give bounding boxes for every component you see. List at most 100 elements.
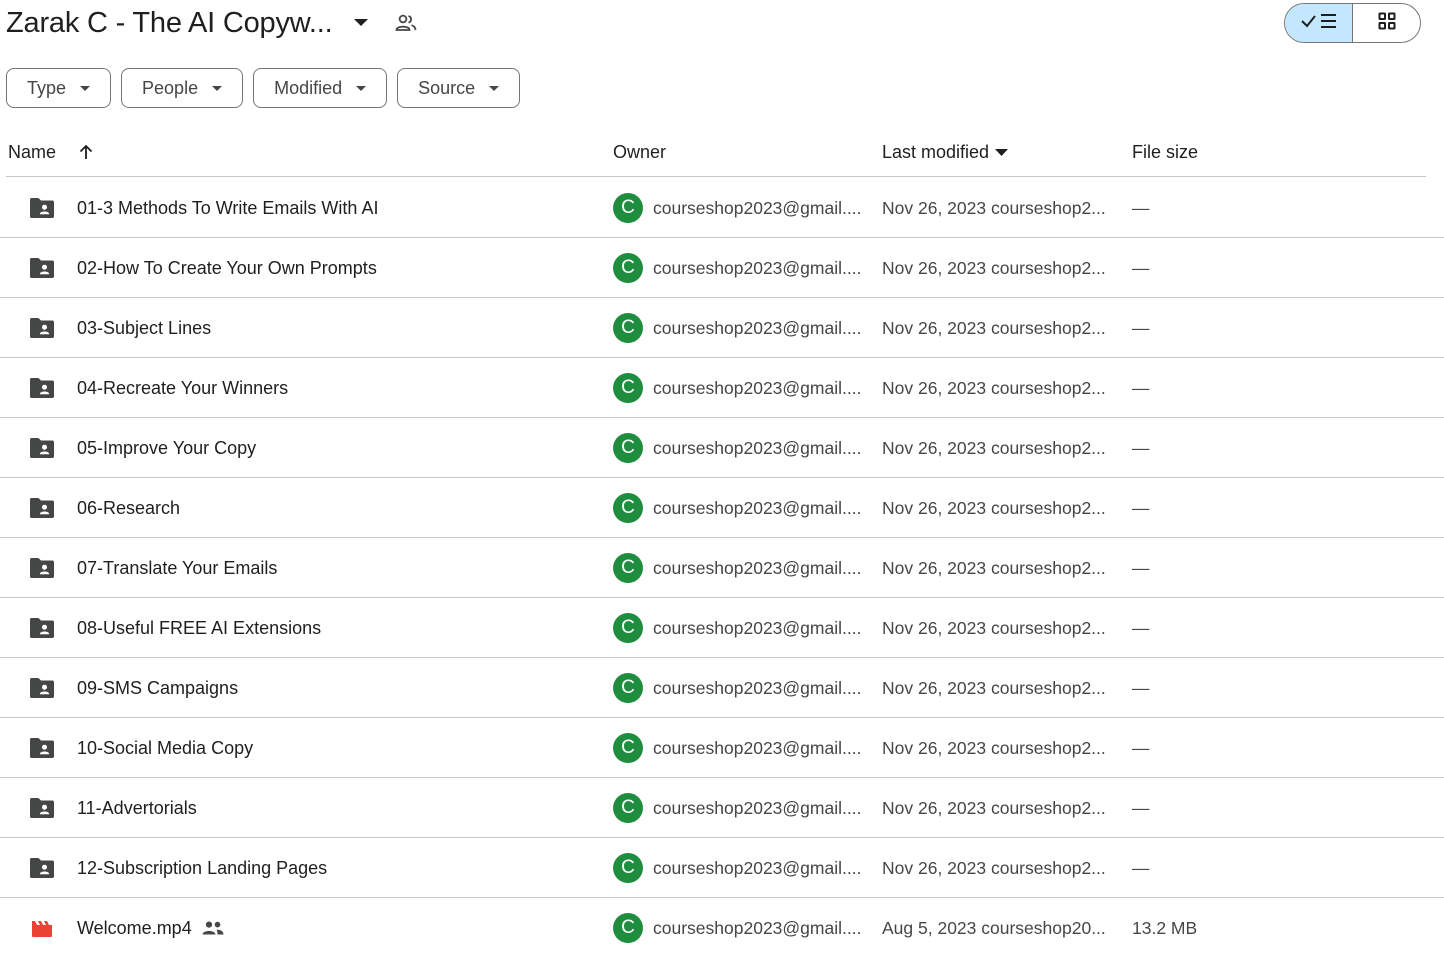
grid-view-button[interactable] [1353,4,1420,42]
file-row[interactable]: 08-Useful FREE AI Extensions Ccourseshop2… [0,598,1444,658]
file-size: — [1132,557,1150,578]
filter-people-chip[interactable]: People [121,68,244,108]
folder-title[interactable]: Zarak C - The AI Copyw... [6,7,333,40]
last-modified: Nov 26, 2023 courseshop2... [882,857,1106,878]
owner-email: courseshop2023@gmail.... [653,797,862,818]
video-file-icon [29,917,55,939]
file-size: — [1132,257,1150,278]
shared-folder-icon [29,857,55,879]
file-name-text: 06-Research [77,497,181,518]
file-row[interactable]: 02-How To Create Your Own Prompts Ccourse… [0,238,1444,298]
file-size: — [1132,677,1150,698]
owner-email: courseshop2023@gmail.... [653,557,862,578]
file-row[interactable]: 04-Recreate Your Winners Ccourseshop2023@… [0,358,1444,418]
owner-avatar: C [613,313,643,343]
shared-folder-icon [29,617,55,639]
filter-label: Source [418,77,476,98]
shared-folder-icon [29,257,55,279]
file-name-text: 11-Advertorials [77,797,197,818]
owner-avatar: C [613,193,643,223]
owner-avatar: C [613,853,643,883]
file-name: 02-How To Create Your Own Prompts [77,238,377,298]
filter-modified-chip[interactable]: Modified [253,68,388,108]
view-toggle [1284,3,1421,43]
file-size: — [1132,437,1150,458]
owner-avatar: C [613,553,643,583]
filter-label: Type [27,77,67,98]
filter-source-chip[interactable]: Source [397,68,521,108]
file-name-text: 07-Translate Your Emails [77,557,278,578]
file-name: 01-3 Methods To Write Emails With AI [77,178,378,238]
file-size: — [1132,377,1150,398]
file-row[interactable]: 05-Improve Your Copy Ccourseshop2023@gmai… [0,418,1444,478]
file-row[interactable]: 03-Subject Lines Ccourseshop2023@gmail...… [0,298,1444,358]
owner-email: courseshop2023@gmail.... [653,437,862,458]
owner-email: courseshop2023@gmail.... [653,677,862,698]
file-size: — [1132,797,1150,818]
filter-label: Modified [274,77,343,98]
column-label: Last modified [882,141,990,162]
file-size: — [1132,737,1150,758]
file-name-text: 05-Improve Your Copy [77,437,257,458]
filter-bar: Type People Modified Source [6,68,530,108]
file-row[interactable]: 09-SMS Campaigns Ccourseshop2023@gmail...… [0,658,1444,718]
file-name: 04-Recreate Your Winners [77,358,288,418]
file-name: 03-Subject Lines [77,298,211,358]
file-name-text: 01-3 Methods To Write Emails With AI [77,197,379,218]
arrow-upward-icon[interactable] [78,144,94,160]
owner-avatar: C [613,253,643,283]
shared-folder-icon [29,377,55,399]
file-name-text: 04-Recreate Your Winners [77,377,289,398]
column-header-last-modified[interactable]: Last modified [882,127,1009,177]
file-name-text: 09-SMS Campaigns [77,677,239,698]
owner-email: courseshop2023@gmail.... [653,197,862,218]
file-row[interactable]: 07-Translate Your Emails Ccourseshop2023@… [0,538,1444,598]
filter-type-chip[interactable]: Type [6,68,112,108]
owner-avatar: C [613,793,643,823]
arrow-drop-down-icon [489,85,500,91]
last-modified: Nov 26, 2023 courseshop2... [882,617,1106,638]
shared-folder-icon [29,557,55,579]
file-size: — [1132,857,1150,878]
list-view-button[interactable] [1285,4,1353,42]
file-size: — [1132,497,1150,518]
column-header-row: Name Owner Last modified File size [6,127,1426,177]
file-row[interactable]: 10-Social Media Copy Ccourseshop2023@gmai… [0,718,1444,778]
arrow-drop-down-icon [995,148,1009,156]
shared-people-icon [202,921,224,935]
file-name-text: 12-Subscription Landing Pages [77,857,328,878]
last-modified: Nov 26, 2023 courseshop2... [882,677,1106,698]
file-row[interactable]: 12-Subscription Landing Pages Ccourseshop… [0,838,1444,898]
last-modified: Nov 26, 2023 courseshop2... [882,797,1106,818]
column-label: Owner [613,141,667,162]
column-header-owner: Owner [613,127,666,177]
people-outline-icon[interactable] [394,11,418,35]
last-modified: Nov 26, 2023 courseshop2... [882,737,1106,758]
owner-email: courseshop2023@gmail.... [653,377,862,398]
file-size: — [1132,317,1150,338]
owner-avatar: C [613,433,643,463]
owner-email: courseshop2023@gmail.... [653,257,862,278]
last-modified: Nov 26, 2023 courseshop2... [882,497,1106,518]
file-size: 13.2 MB [1132,917,1198,938]
owner-email: courseshop2023@gmail.... [653,617,862,638]
column-label: Name [8,141,57,162]
file-size: — [1132,617,1150,638]
file-row[interactable]: 01-3 Methods To Write Emails With AI Ccou… [0,178,1444,238]
arrow-drop-down-icon[interactable] [350,12,372,34]
file-row[interactable]: Welcome.mp4 Ccourseshop2023@gmail.... Aug … [0,898,1444,953]
shared-folder-icon [29,677,55,699]
owner-avatar: C [613,373,643,403]
file-row[interactable]: 06-Research Ccourseshop2023@gmail.... Nov … [0,478,1444,538]
file-row[interactable]: 11-Advertorials Ccourseshop2023@gmail....… [0,778,1444,838]
last-modified: Nov 26, 2023 courseshop2... [882,197,1106,218]
check-list-icon [1300,12,1338,35]
owner-email: courseshop2023@gmail.... [653,917,862,938]
column-header-name[interactable]: Name [8,127,94,177]
file-list: 01-3 Methods To Write Emails With AI Ccou… [0,178,1444,953]
owner-avatar: C [613,493,643,523]
file-name-text: 02-How To Create Your Own Prompts [77,257,377,278]
file-size: — [1132,197,1150,218]
owner-avatar: C [613,913,643,943]
owner-email: courseshop2023@gmail.... [653,737,862,758]
